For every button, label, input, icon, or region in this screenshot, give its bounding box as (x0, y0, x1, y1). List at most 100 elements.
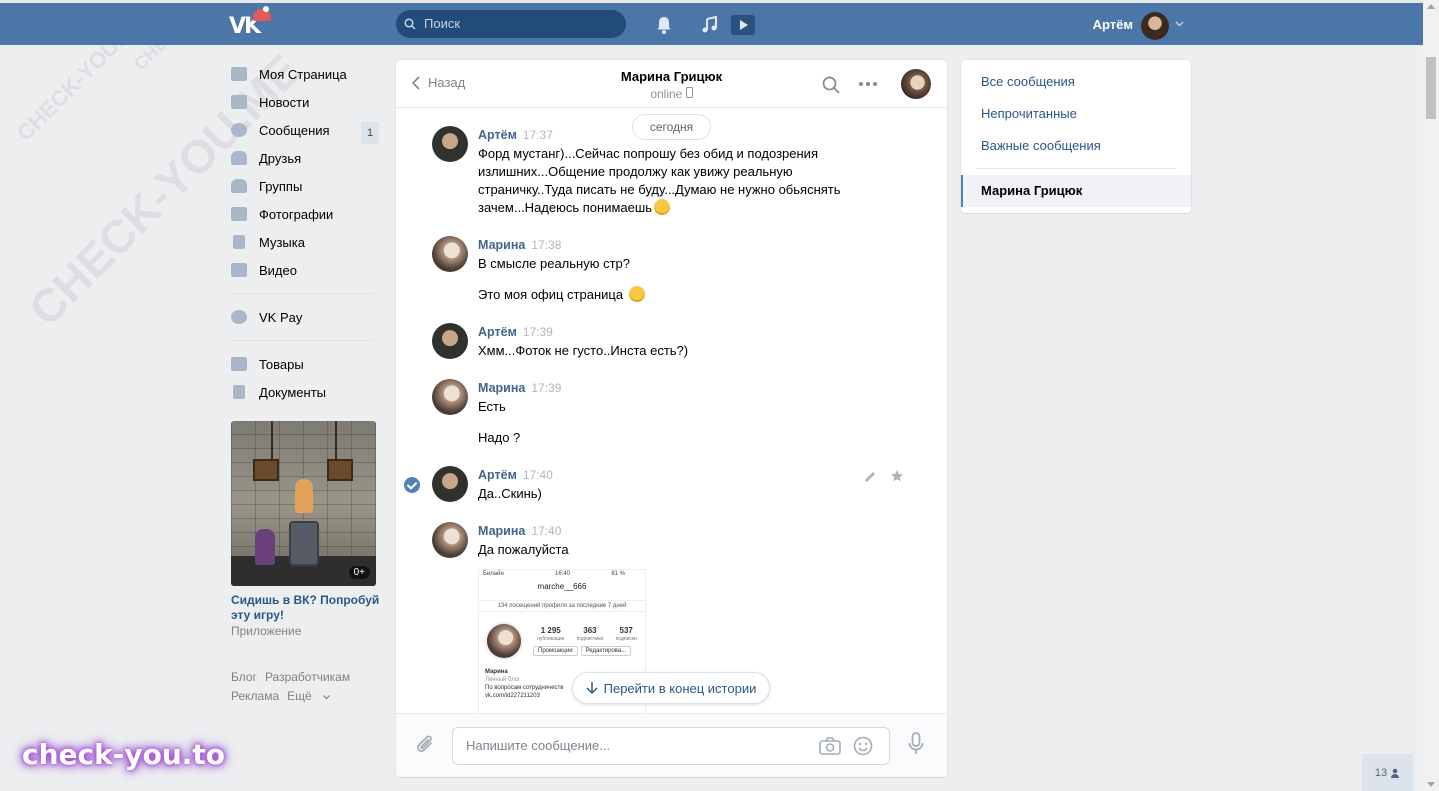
emoji-icon[interactable] (853, 736, 873, 756)
footer-more-label: Ещё (287, 689, 312, 703)
pencil-icon[interactable] (863, 470, 877, 484)
music-icon (233, 235, 245, 249)
avatar[interactable] (432, 126, 468, 162)
nav-my-page[interactable]: Моя Страница (229, 60, 379, 88)
mobile-icon (685, 87, 693, 98)
search-icon[interactable] (822, 76, 840, 94)
arrow-down-icon (586, 682, 598, 695)
ad-rope (271, 421, 273, 461)
author-name: Марина (478, 381, 526, 395)
microphone-icon[interactable] (908, 732, 924, 756)
message-time: 17:37 (522, 128, 553, 142)
chat-panel: Назад Марина Грицюк online сегодня Артём… (396, 60, 947, 777)
menu-all-messages[interactable]: Все сообщения (981, 74, 1075, 89)
message-author[interactable]: Марина 17:40 (478, 524, 561, 538)
footer-ads-link[interactable]: Реклама (231, 689, 279, 703)
insta-bio: Марина Личный блог По вопросам сотруднич… (485, 668, 563, 700)
jump-to-end-button[interactable]: Перейти в конец истории (572, 672, 770, 704)
ad-subtitle: Приложение (231, 624, 302, 638)
ad-title[interactable]: Сидишь в ВК? Попробуй эту игру! (231, 593, 381, 623)
user-name[interactable]: Артём (1093, 17, 1133, 32)
message-text: Это моя офиц страница (478, 286, 645, 304)
chat-header: Назад Марина Грицюк online (396, 60, 947, 108)
nav-vkpay[interactable]: VK Pay (229, 303, 379, 331)
nav-photos[interactable]: Фотографии (229, 200, 379, 228)
message-author[interactable]: Марина 17:38 (478, 238, 561, 252)
vk-logo[interactable]: VK (229, 6, 271, 39)
footer-more-link[interactable]: Ещё (287, 689, 330, 703)
message-select-checkbox[interactable] (404, 477, 420, 493)
menu-active-conversation[interactable]: Марина Грицюк (961, 175, 1191, 207)
nav-groups[interactable]: Группы (229, 172, 379, 200)
avatar[interactable] (432, 323, 468, 359)
footer-developers-link[interactable]: Разработчикам (265, 670, 350, 684)
message-time: 17:40 (531, 524, 562, 538)
star-icon[interactable] (890, 469, 904, 483)
ad-block (253, 459, 279, 481)
search-input[interactable]: Поиск (396, 10, 626, 38)
online-friends-button[interactable]: 13 (1362, 754, 1413, 791)
nav-video[interactable]: Видео (229, 256, 379, 284)
nav-label: VK Pay (259, 309, 303, 325)
avatar[interactable] (432, 466, 468, 502)
message-author[interactable]: Артём 17:39 (478, 325, 553, 339)
nav-label: Фотографии (259, 206, 334, 222)
avatar[interactable] (432, 522, 468, 558)
music-note-icon[interactable] (700, 15, 720, 35)
footer-blog-link[interactable]: Блог (231, 670, 257, 684)
nav-market[interactable]: Товары (229, 350, 379, 378)
page-scrollbar[interactable] (1423, 0, 1439, 791)
news-icon (231, 95, 247, 109)
chevron-down-icon (323, 695, 330, 700)
menu-important[interactable]: Важные сообщения (981, 138, 1101, 153)
age-rating-badge: 0+ (348, 566, 370, 579)
vkpay-icon (231, 310, 247, 324)
nav-documents[interactable]: Документы (229, 378, 379, 406)
ad-game-image[interactable]: 0+ (231, 421, 376, 586)
paperclip-icon[interactable] (416, 734, 436, 756)
menu-unread[interactable]: Непрочитанные (981, 106, 1077, 121)
avatar[interactable] (432, 379, 468, 415)
user-avatar[interactable] (1141, 12, 1169, 40)
battery-label: 81 % (611, 571, 625, 577)
message-text: Форд мустанг)...Сейчас попрошу без обид … (478, 145, 878, 217)
menu-divider (977, 168, 1175, 169)
message-author[interactable]: Марина 17:39 (478, 381, 561, 395)
nav-label: Новости (259, 94, 310, 110)
jump-label: Перейти в конец истории (603, 680, 757, 696)
phone-status-bar: Билайн 16:40 81 % (479, 570, 645, 578)
message-author[interactable]: Артём 17:40 (478, 468, 553, 482)
message-input[interactable]: Напишите сообщение... (452, 727, 890, 765)
message-time: 17:40 (522, 468, 553, 482)
insta-stat: 537 подписки (616, 626, 637, 642)
bio-line: По вопросам сотрудничеств (485, 685, 564, 691)
nav-divider (229, 293, 374, 294)
scroll-up-arrow-icon[interactable] (1427, 4, 1435, 9)
camera-icon[interactable] (819, 737, 841, 755)
nav-news[interactable]: Новости (229, 88, 379, 116)
play-icon[interactable] (731, 15, 755, 35)
avatar[interactable] (432, 236, 468, 272)
home-icon (231, 67, 247, 81)
camera-icon (231, 207, 247, 221)
scroll-thumb[interactable] (1426, 57, 1436, 119)
message-composer: Напишите сообщение... (396, 713, 947, 777)
more-icon[interactable] (859, 82, 877, 86)
stat-label: подписчики (576, 636, 604, 642)
date-divider: сегодня (632, 114, 711, 140)
nav-friends[interactable]: Друзья (229, 144, 379, 172)
chat-avatar[interactable] (901, 69, 931, 99)
insta-buttons: Промоакции Редактирова... (533, 646, 632, 656)
nav-messages[interactable]: Сообщения 1 (229, 116, 379, 144)
chevron-down-icon[interactable] (1175, 21, 1184, 27)
nav-music[interactable]: Музыка (229, 228, 379, 256)
nav-label: Видео (259, 262, 297, 278)
online-status: online (650, 87, 683, 101)
message-author[interactable]: Артём 17:37 (478, 128, 553, 142)
insta-stat: 363 подписчики (577, 626, 604, 642)
bell-icon[interactable] (654, 15, 674, 35)
ad-character-hero (255, 529, 275, 565)
nav-divider (229, 340, 374, 341)
bio-line: vk.com/id227211203 (485, 693, 540, 699)
scroll-down-arrow-icon[interactable] (1427, 782, 1435, 787)
